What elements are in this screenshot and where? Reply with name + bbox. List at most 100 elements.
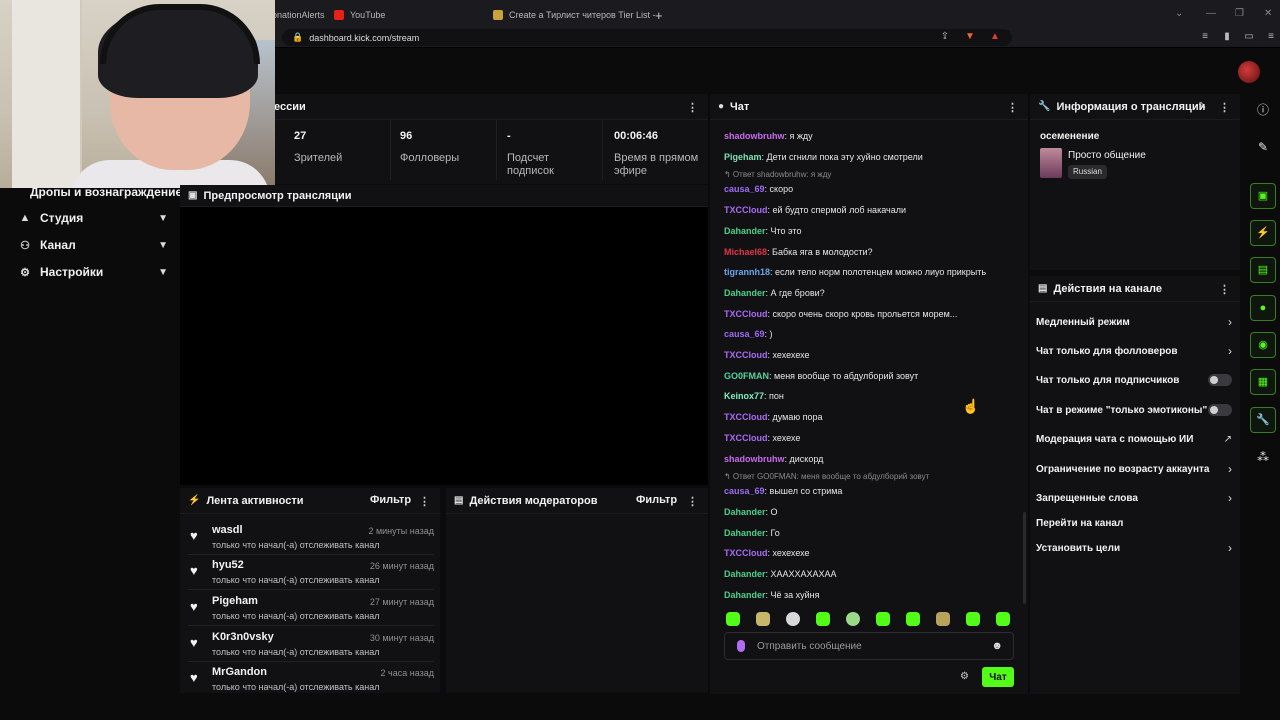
chat-username[interactable]: Dahander — [724, 507, 766, 517]
preview-widget-icon[interactable]: ▣ — [1250, 183, 1276, 209]
subscribers-only-toggle[interactable] — [1208, 374, 1232, 386]
playlist-icon[interactable]: ≡ — [1198, 30, 1212, 44]
chat-username[interactable]: Michael68 — [724, 247, 767, 257]
lightning-widget-icon[interactable]: ⚡ — [1250, 220, 1276, 246]
wallet-icon[interactable]: ▭ — [1242, 30, 1256, 44]
chat-message[interactable]: GO0FMAN: меня вообще то абдулборий зовут — [724, 371, 1014, 381]
pencil-icon[interactable]: ✎ — [1252, 136, 1274, 158]
emote-icon[interactable] — [996, 612, 1010, 626]
chat-username[interactable]: Dahander — [724, 226, 766, 236]
chat-message[interactable]: causa_69: вышел со стрима — [724, 486, 1014, 496]
stream-preview-video[interactable] — [180, 211, 708, 485]
chat-message[interactable]: TXCCloud: хехехехе — [724, 350, 1014, 360]
slow-mode-item[interactable]: Медленный режим › — [1036, 313, 1232, 331]
chat-settings-icon[interactable]: ⚙ — [960, 671, 969, 682]
chat-message-input[interactable] — [757, 638, 977, 654]
chat-username[interactable]: TXCCloud — [724, 205, 768, 215]
chat-widget-icon[interactable]: ● — [1250, 295, 1276, 321]
share-icon[interactable]: ⇪ — [938, 30, 952, 44]
followers-only-item[interactable]: Чат только для фолловеров › — [1036, 342, 1232, 360]
chat-username[interactable]: shadowbruhw — [724, 454, 785, 464]
chat-message[interactable]: TXCCloud: ей будто спермой лоб накачали — [724, 205, 1014, 215]
chat-username[interactable]: Dahander — [724, 288, 766, 298]
edit-pencil-icon[interactable]: ✎ — [1198, 101, 1206, 112]
close-window-icon[interactable]: ✕ — [1264, 8, 1272, 19]
chat-message[interactable]: causa_69: ) — [724, 329, 1014, 339]
emote-icon[interactable] — [846, 612, 860, 626]
nav-studio[interactable]: ▲ Студия ▼ — [18, 208, 168, 228]
chat-message[interactable]: Dahander: Чё за хуйня — [724, 590, 1014, 600]
info-icon[interactable]: ⓘ — [1252, 99, 1274, 121]
chat-username[interactable]: causa_69 — [724, 486, 765, 496]
emoji-icon[interactable]: ☻ — [991, 640, 1003, 652]
chat-message[interactable]: TXCCloud: хехехе — [724, 433, 1014, 443]
moderator-filter-button[interactable]: Фильтр — [636, 494, 677, 506]
chat-username[interactable]: TXCCloud — [724, 350, 768, 360]
chat-username[interactable]: Keinox77 — [724, 391, 764, 401]
emote-icon[interactable] — [816, 612, 830, 626]
chat-username[interactable]: Dahander — [724, 528, 766, 538]
list-item[interactable]: ♥ wasdl 2 минуты назад только что начал(… — [188, 521, 434, 555]
tab-youtube[interactable]: YouTube — [334, 4, 385, 26]
chat-username[interactable]: causa_69 — [724, 329, 765, 339]
chat-scrollbar[interactable] — [1023, 512, 1026, 604]
broadcast-widget-icon[interactable]: ◉ — [1250, 332, 1276, 358]
actions-widget-icon[interactable]: ▦ — [1250, 369, 1276, 395]
chat-username[interactable]: shadowbruhw — [724, 131, 785, 141]
emote-icon[interactable] — [906, 612, 920, 626]
list-item[interactable]: ♥ MrGandon 2 часа назад только что начал… — [188, 663, 434, 697]
tab-tierlist[interactable]: Create a Тирлист читеров Tier List - — [493, 4, 655, 26]
tab-search-icon[interactable]: ⌄ — [1175, 8, 1183, 19]
new-tab-button[interactable]: + — [655, 4, 663, 26]
emote-icon[interactable] — [756, 612, 770, 626]
chat-username[interactable]: TXCCloud — [724, 309, 768, 319]
activity-filter-button[interactable]: Фильтр — [370, 494, 411, 506]
chat-username[interactable]: tigrannh18 — [724, 267, 770, 277]
emote-icon[interactable] — [966, 612, 980, 626]
nav-channel[interactable]: ⚇ Канал ▼ — [18, 235, 168, 255]
chat-message[interactable]: Michael68: Бабка яга в молодости? — [724, 247, 1014, 257]
go-to-channel-item[interactable]: Перейти на канал — [1036, 514, 1232, 532]
emote-icon[interactable] — [726, 612, 740, 626]
chat-message[interactable]: tigrannh18: если тело норм полотенцем мо… — [724, 267, 1014, 277]
sidebar-icon[interactable]: ▮ — [1220, 30, 1234, 44]
account-age-item[interactable]: Ограничение по возрасту аккаунта › — [1036, 460, 1232, 478]
chat-message[interactable]: shadowbruhw: дискорд — [724, 454, 1014, 464]
emote-icon[interactable] — [786, 612, 800, 626]
chat-username[interactable]: TXCCloud — [724, 548, 768, 558]
chat-message[interactable]: TXCCloud: скоро очень скоро кровь пролье… — [724, 309, 1014, 319]
wrench-widget-icon[interactable]: 🔧 — [1250, 407, 1276, 433]
maximize-icon[interactable]: ❐ — [1235, 8, 1244, 19]
chat-message[interactable]: Dahander: О — [724, 507, 1014, 517]
chat-message[interactable]: Pigeham: Дети сгнили пока эту хуйно смот… — [724, 152, 1014, 162]
chat-message[interactable]: Dahander: А где брови? — [724, 288, 1014, 298]
minimize-icon[interactable]: — — [1206, 8, 1216, 19]
chat-message[interactable]: shadowbruhw: я жду — [724, 131, 1014, 141]
chat-message[interactable]: Dahander: ХААХХАХАХАА — [724, 569, 1014, 579]
brave-rewards-icon[interactable]: ▲ — [988, 30, 1002, 44]
list-item[interactable]: ♥ Pigeham 27 минут назад только что нача… — [188, 592, 434, 626]
chat-username[interactable]: Pigeham — [724, 152, 762, 162]
address-bar[interactable]: 🔒 dashboard.kick.com/stream — [282, 29, 1012, 46]
tab-donationalerts[interactable]: onationAlerts — [272, 4, 325, 26]
ai-moderation-item[interactable]: Модерация чата с помощью ИИ ↗ — [1036, 430, 1232, 448]
microphone-icon[interactable] — [737, 640, 745, 652]
emote-only-toggle[interactable] — [1208, 404, 1232, 416]
chat-send-button[interactable]: Чат — [982, 667, 1014, 687]
list-item[interactable]: ♥ K0r3n0vsky 30 минут назад только что н… — [188, 628, 434, 662]
more-options-icon[interactable]: ⋮ — [1007, 101, 1018, 114]
chat-username[interactable]: causa_69 — [724, 184, 765, 194]
chat-username[interactable]: TXCCloud — [724, 412, 768, 422]
more-options-icon[interactable]: ⋮ — [419, 495, 430, 508]
set-goals-item[interactable]: Установить цели › — [1036, 539, 1232, 557]
chat-message[interactable]: Dahander: Го — [724, 528, 1014, 538]
nav-settings[interactable]: ⚙ Настройки ▼ — [18, 262, 168, 282]
chat-message[interactable]: Dahander: Что это — [724, 226, 1014, 236]
chat-username[interactable]: TXCCloud — [724, 433, 768, 443]
chat-message[interactable]: causa_69: скоро — [724, 184, 1014, 194]
brave-shield-icon[interactable]: ▼ — [963, 30, 977, 44]
emote-icon[interactable] — [936, 612, 950, 626]
chat-username[interactable]: Dahander — [724, 569, 766, 579]
chat-username[interactable]: Dahander — [724, 590, 766, 600]
more-widgets-icon[interactable]: ⁂ — [1252, 446, 1274, 468]
